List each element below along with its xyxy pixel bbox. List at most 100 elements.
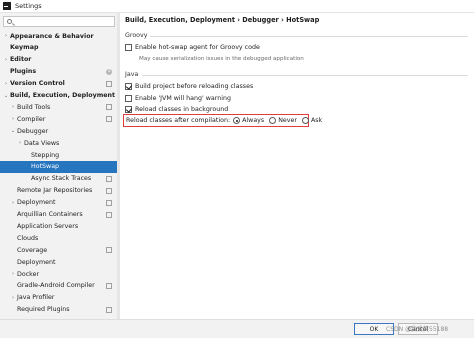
enable-hotswap-groovy-box[interactable] <box>125 44 132 51</box>
sidebar-item[interactable]: › Appearance & Behavior <box>0 30 117 42</box>
project-scope-icon <box>106 187 112 194</box>
reload-after-compilation-group: Reload classes after compilation: Always… <box>123 114 322 127</box>
sidebar-item-label: Java Profiler <box>17 294 55 302</box>
java-group-title: Java <box>125 71 139 78</box>
project-scope-icon <box>106 104 112 111</box>
radio-always-label: Always <box>242 117 265 124</box>
radio-never-button[interactable] <box>269 117 277 124</box>
sidebar-item-label: Editor <box>10 56 32 64</box>
sidebar-item-label: Debugger <box>17 127 49 135</box>
sidebar-item[interactable]: Arquillian Containers <box>0 209 117 221</box>
sidebar-item[interactable]: Gradle-Android Compiler <box>0 280 117 292</box>
chevron-right-icon[interactable]: › <box>10 116 16 122</box>
reload-background-label: Reload classes in background <box>135 106 229 113</box>
sidebar-item[interactable]: Async Stack Traces <box>0 173 117 185</box>
settings-search-input[interactable] <box>3 16 115 27</box>
sidebar-item[interactable]: Stepping <box>0 149 117 161</box>
chevron-right-icon[interactable]: › <box>3 57 9 63</box>
sidebar-item[interactable]: Required Plugins <box>0 304 117 316</box>
sidebar-item[interactable]: ⌄ Build, Execution, Deployment <box>0 90 117 102</box>
update-count-badge: 1 <box>106 68 112 75</box>
chevron-right-icon[interactable]: › <box>10 295 16 301</box>
build-project-checkbox[interactable]: Build project before reloading classes <box>125 83 253 90</box>
dialog-footer: OK Cancel CSDN @我爱笑55188 <box>0 319 474 338</box>
sidebar-item[interactable]: Keymap <box>0 42 117 54</box>
enable-hotswap-groovy-label: Enable hot-swap agent for Groovy code <box>135 44 260 51</box>
project-scope-icon <box>106 282 112 289</box>
settings-sidebar: › Appearance & Behavior Keymap › Editor Plugi… <box>0 13 118 319</box>
sidebar-item-label: Compiler <box>17 115 46 123</box>
project-scope-icon <box>106 175 112 182</box>
sidebar-item-label: Appearance & Behavior <box>10 32 94 40</box>
sidebar-item-label: Required Plugins <box>17 306 70 314</box>
title-bar: Settings <box>0 0 474 13</box>
sidebar-item-label: Data Views <box>24 139 60 147</box>
sidebar-item[interactable]: ⌄ Debugger <box>0 125 117 137</box>
sidebar-item-label: Docker <box>17 270 40 278</box>
sidebar-item[interactable]: › Data Views <box>0 137 117 149</box>
sidebar-item-label: Build, Execution, Deployment <box>10 92 116 99</box>
reload-background-box[interactable] <box>125 106 132 113</box>
breadcrumb: Build, Execution, Deployment › Debugger … <box>125 16 320 24</box>
csdn-watermark: CSDN @我爱笑55188 <box>386 326 449 333</box>
sidebar-item-label: Coverage <box>17 246 48 254</box>
groovy-separator <box>150 36 468 37</box>
sidebar-item-label: Async Stack Traces <box>31 175 92 183</box>
radio-always-button[interactable] <box>233 117 241 124</box>
radio-ask-button[interactable] <box>301 117 309 124</box>
sidebar-item[interactable]: › Build Tools <box>0 101 117 113</box>
project-scope-icon <box>106 116 112 123</box>
chevron-down-icon[interactable]: ⌄ <box>10 128 16 134</box>
sidebar-item[interactable]: Remote Jar Repositories <box>0 185 117 197</box>
sidebar-item-label: Clouds <box>17 234 39 242</box>
chevron-right-icon[interactable]: › <box>10 271 16 277</box>
jvm-hang-warning-checkbox[interactable]: Enable 'JVM will hang' warning <box>125 95 231 102</box>
sidebar-item[interactable]: Clouds <box>0 232 117 244</box>
sidebar-item-label: Version Control <box>10 80 65 88</box>
sidebar-item[interactable]: Plugins 1 <box>0 66 117 78</box>
radio-ask-label: Ask <box>310 117 323 124</box>
enable-hotswap-groovy-checkbox[interactable]: Enable hot-swap agent for Groovy code <box>125 44 260 51</box>
java-separator <box>142 75 468 76</box>
jvm-hang-warning-box[interactable] <box>125 95 132 102</box>
groovy-hint-text: May cause serialization issues in the de… <box>139 56 304 62</box>
sidebar-item-label: Deployment <box>17 199 56 207</box>
sidebar-item[interactable]: Coverage <box>0 244 117 256</box>
window-title: Settings <box>15 2 42 10</box>
chevron-right-icon[interactable]: › <box>3 33 9 39</box>
sidebar-item-label: Deployment <box>17 258 56 266</box>
chevron-right-icon[interactable]: › <box>17 140 23 146</box>
build-project-box[interactable] <box>125 83 132 90</box>
chevron-right-icon[interactable]: › <box>10 200 16 206</box>
sidebar-item[interactable]: › Editor <box>0 54 117 66</box>
sidebar-item[interactable]: Deployment <box>0 256 117 268</box>
sidebar-item[interactable]: › Java Profiler <box>0 292 117 304</box>
jvm-hang-warning-label: Enable 'JVM will hang' warning <box>135 95 231 102</box>
project-scope-icon <box>106 199 112 206</box>
sidebar-item[interactable]: HotSwap <box>0 160 117 173</box>
radio-always[interactable]: Always <box>233 117 264 124</box>
radio-never[interactable]: Never <box>269 117 297 124</box>
build-project-label: Build project before reloading classes <box>135 83 254 90</box>
sidebar-item-label: Stepping <box>31 151 60 159</box>
sidebar-item-label: Arquillian Containers <box>17 211 83 218</box>
project-scope-icon <box>106 80 112 87</box>
groovy-group-title: Groovy <box>125 32 148 39</box>
project-scope-icon <box>106 211 112 218</box>
radio-never-label: Never <box>278 117 297 124</box>
sidebar-item[interactable]: › Compiler <box>0 113 117 125</box>
chevron-right-icon[interactable]: › <box>10 104 16 110</box>
sidebar-item-label: Plugins <box>10 68 37 76</box>
chevron-right-icon[interactable]: › <box>3 81 9 87</box>
sidebar-item[interactable]: › Version Control <box>0 78 117 90</box>
project-scope-icon <box>106 306 112 313</box>
reload-background-checkbox[interactable]: Reload classes in background <box>125 106 228 113</box>
sidebar-item[interactable]: › Docker <box>0 268 117 280</box>
sidebar-item[interactable]: › Deployment <box>0 197 117 209</box>
sidebar-item[interactable]: Application Servers <box>0 220 117 232</box>
chevron-down-icon[interactable]: ⌄ <box>3 93 9 99</box>
sidebar-item-label: Gradle-Android Compiler <box>17 282 95 290</box>
sidebar-item-label: Remote Jar Repositories <box>17 187 93 195</box>
radio-ask[interactable]: Ask <box>301 117 323 124</box>
search-icon <box>7 19 12 24</box>
